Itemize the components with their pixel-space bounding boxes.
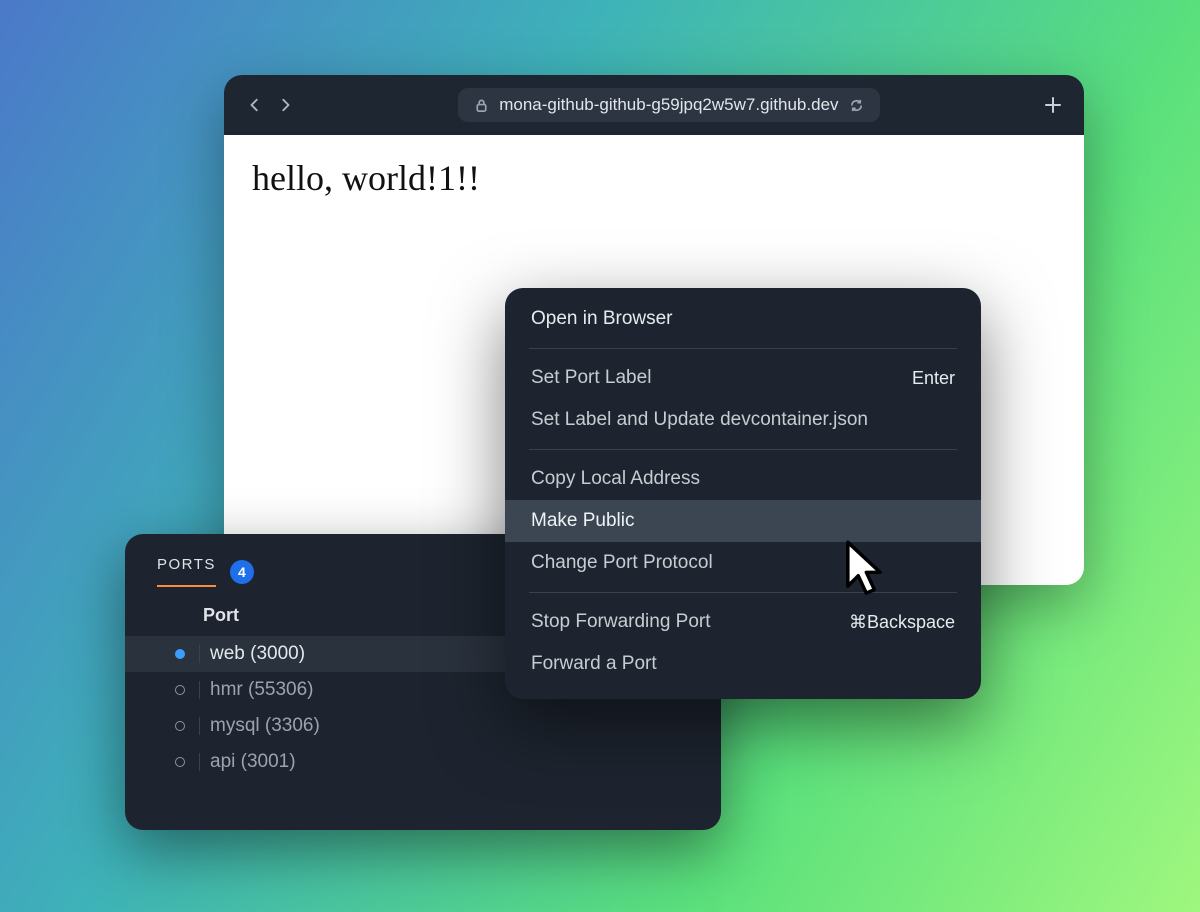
divider bbox=[199, 681, 200, 699]
menu-item-label: Stop Forwarding Port bbox=[531, 611, 711, 633]
port-label: web (3000) bbox=[210, 643, 305, 665]
menu-separator bbox=[529, 449, 957, 450]
menu-item-label: Set Label and Update devcontainer.json bbox=[531, 409, 868, 431]
port-label: api (3001) bbox=[210, 751, 296, 773]
menu-shortcut: Enter bbox=[912, 368, 955, 389]
menu-separator bbox=[529, 348, 957, 349]
context-menu: Open in Browser Set Port Label Enter Set… bbox=[505, 288, 981, 699]
menu-item-label: Set Port Label bbox=[531, 367, 651, 389]
chevron-right-icon bbox=[278, 98, 292, 112]
menu-shortcut: ⌘Backspace bbox=[849, 612, 955, 633]
menu-item-label: Make Public bbox=[531, 510, 635, 532]
port-row[interactable]: api (3001) bbox=[125, 744, 721, 780]
back-button[interactable] bbox=[242, 92, 268, 118]
ports-count-badge: 4 bbox=[230, 560, 254, 584]
divider bbox=[199, 753, 200, 771]
status-dot-icon bbox=[165, 721, 195, 731]
chevron-left-icon bbox=[248, 98, 262, 112]
menu-item-forward-a-port[interactable]: Forward a Port bbox=[505, 643, 981, 685]
menu-item-stop-forwarding-port[interactable]: Stop Forwarding Port ⌘Backspace bbox=[505, 601, 981, 643]
menu-item-label: Open in Browser bbox=[531, 308, 673, 330]
nav-arrows-group bbox=[242, 92, 298, 118]
port-label: hmr (55306) bbox=[210, 679, 314, 701]
menu-item-set-label-update-devcontainer[interactable]: Set Label and Update devcontainer.json bbox=[505, 399, 981, 441]
menu-item-label: Copy Local Address bbox=[531, 468, 700, 490]
url-text: mona-github-github-g59jpq2w5w7.github.de… bbox=[499, 95, 838, 115]
menu-item-make-public[interactable]: Make Public bbox=[505, 500, 981, 542]
reload-icon[interactable] bbox=[849, 98, 864, 113]
address-bar[interactable]: mona-github-github-g59jpq2w5w7.github.de… bbox=[458, 88, 879, 122]
menu-item-copy-local-address[interactable]: Copy Local Address bbox=[505, 458, 981, 500]
browser-toolbar: mona-github-github-g59jpq2w5w7.github.de… bbox=[224, 75, 1084, 135]
tab-ports[interactable]: PORTS bbox=[157, 556, 216, 587]
forward-button[interactable] bbox=[272, 92, 298, 118]
port-label: mysql (3306) bbox=[210, 715, 320, 737]
page-body-text: hello, world!1!! bbox=[252, 157, 1056, 199]
status-dot-icon bbox=[165, 685, 195, 695]
menu-separator bbox=[529, 592, 957, 593]
status-dot-icon bbox=[165, 757, 195, 767]
status-dot-active-icon bbox=[165, 649, 195, 659]
lock-icon bbox=[474, 98, 489, 113]
divider bbox=[199, 717, 200, 735]
menu-item-open-in-browser[interactable]: Open in Browser bbox=[505, 298, 981, 340]
divider bbox=[199, 645, 200, 663]
port-row[interactable]: mysql (3306) bbox=[125, 708, 721, 744]
menu-item-change-port-protocol[interactable]: Change Port Protocol bbox=[505, 542, 981, 584]
plus-icon bbox=[1044, 96, 1062, 114]
menu-item-label: Change Port Protocol bbox=[531, 552, 713, 574]
new-tab-button[interactable] bbox=[1040, 92, 1066, 118]
menu-item-set-port-label[interactable]: Set Port Label Enter bbox=[505, 357, 981, 399]
menu-item-label: Forward a Port bbox=[531, 653, 657, 675]
